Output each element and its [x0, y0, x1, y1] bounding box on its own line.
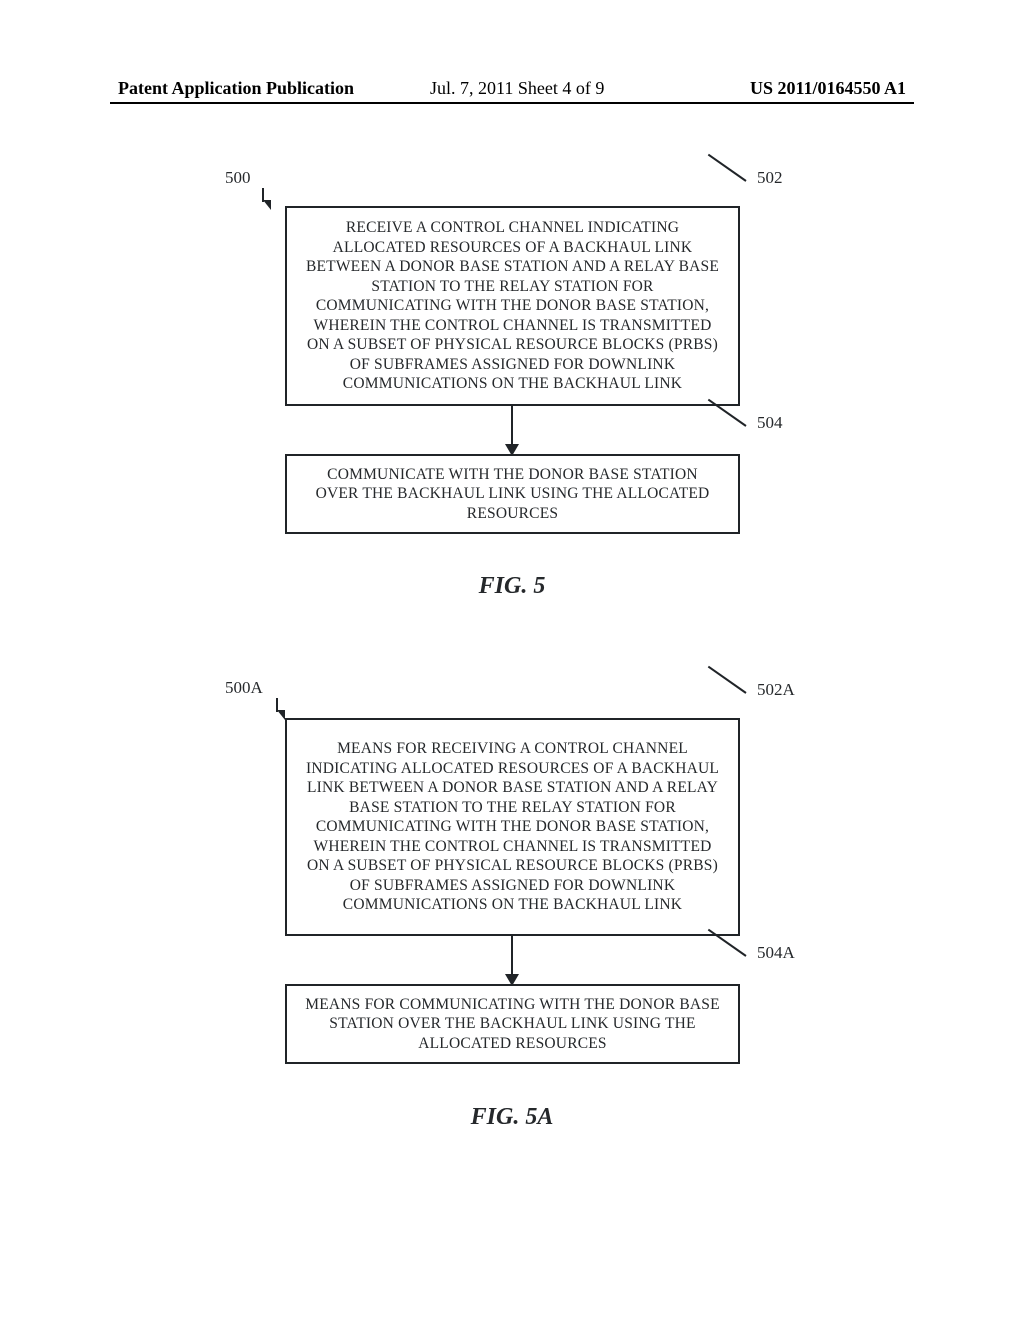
leader-502	[708, 154, 747, 182]
flow-box-504a: MEANS FOR COMMUNICATING WITH THE DONOR B…	[285, 984, 740, 1064]
figure-5a: 500A 502A MEANS FOR RECEIVING A CONTROL …	[0, 678, 1024, 1238]
ref-500a: 500A	[225, 678, 263, 698]
connector-5a	[511, 936, 513, 976]
figure-5a-label: FIG. 5A	[0, 1104, 1024, 1131]
ref-504: 504	[757, 413, 783, 433]
flow-box-504-text: COMMUNICATE WITH THE DONOR BASE STATION …	[305, 465, 720, 524]
flow-box-504a-text: MEANS FOR COMMUNICATING WITH THE DONOR B…	[305, 995, 720, 1054]
header-rule	[110, 102, 914, 104]
ref-504a: 504A	[757, 943, 795, 963]
figure-5-label: FIG. 5	[0, 573, 1024, 600]
header-right: US 2011/0164550 A1	[750, 78, 906, 99]
flow-box-502-text: RECEIVE A CONTROL CHANNEL INDICATING ALL…	[305, 218, 720, 394]
hook-500a	[277, 710, 285, 720]
flow-box-502a-text: MEANS FOR RECEIVING A CONTROL CHANNEL IN…	[305, 739, 720, 915]
ref-502a: 502A	[757, 680, 795, 700]
connector-5	[511, 406, 513, 446]
ref-502: 502	[757, 168, 783, 188]
flow-box-502a: MEANS FOR RECEIVING A CONTROL CHANNEL IN…	[285, 718, 740, 936]
hook-500	[263, 200, 271, 210]
flow-box-502: RECEIVE A CONTROL CHANNEL INDICATING ALL…	[285, 206, 740, 406]
header-left: Patent Application Publication	[118, 78, 354, 99]
patent-page: Patent Application Publication Jul. 7, 2…	[0, 0, 1024, 1320]
ref-500: 500	[225, 168, 251, 188]
figure-5: 500 502 RECEIVE A CONTROL CHANNEL INDICA…	[0, 168, 1024, 678]
header-center: Jul. 7, 2011 Sheet 4 of 9	[430, 78, 604, 99]
flow-box-504: COMMUNICATE WITH THE DONOR BASE STATION …	[285, 454, 740, 534]
